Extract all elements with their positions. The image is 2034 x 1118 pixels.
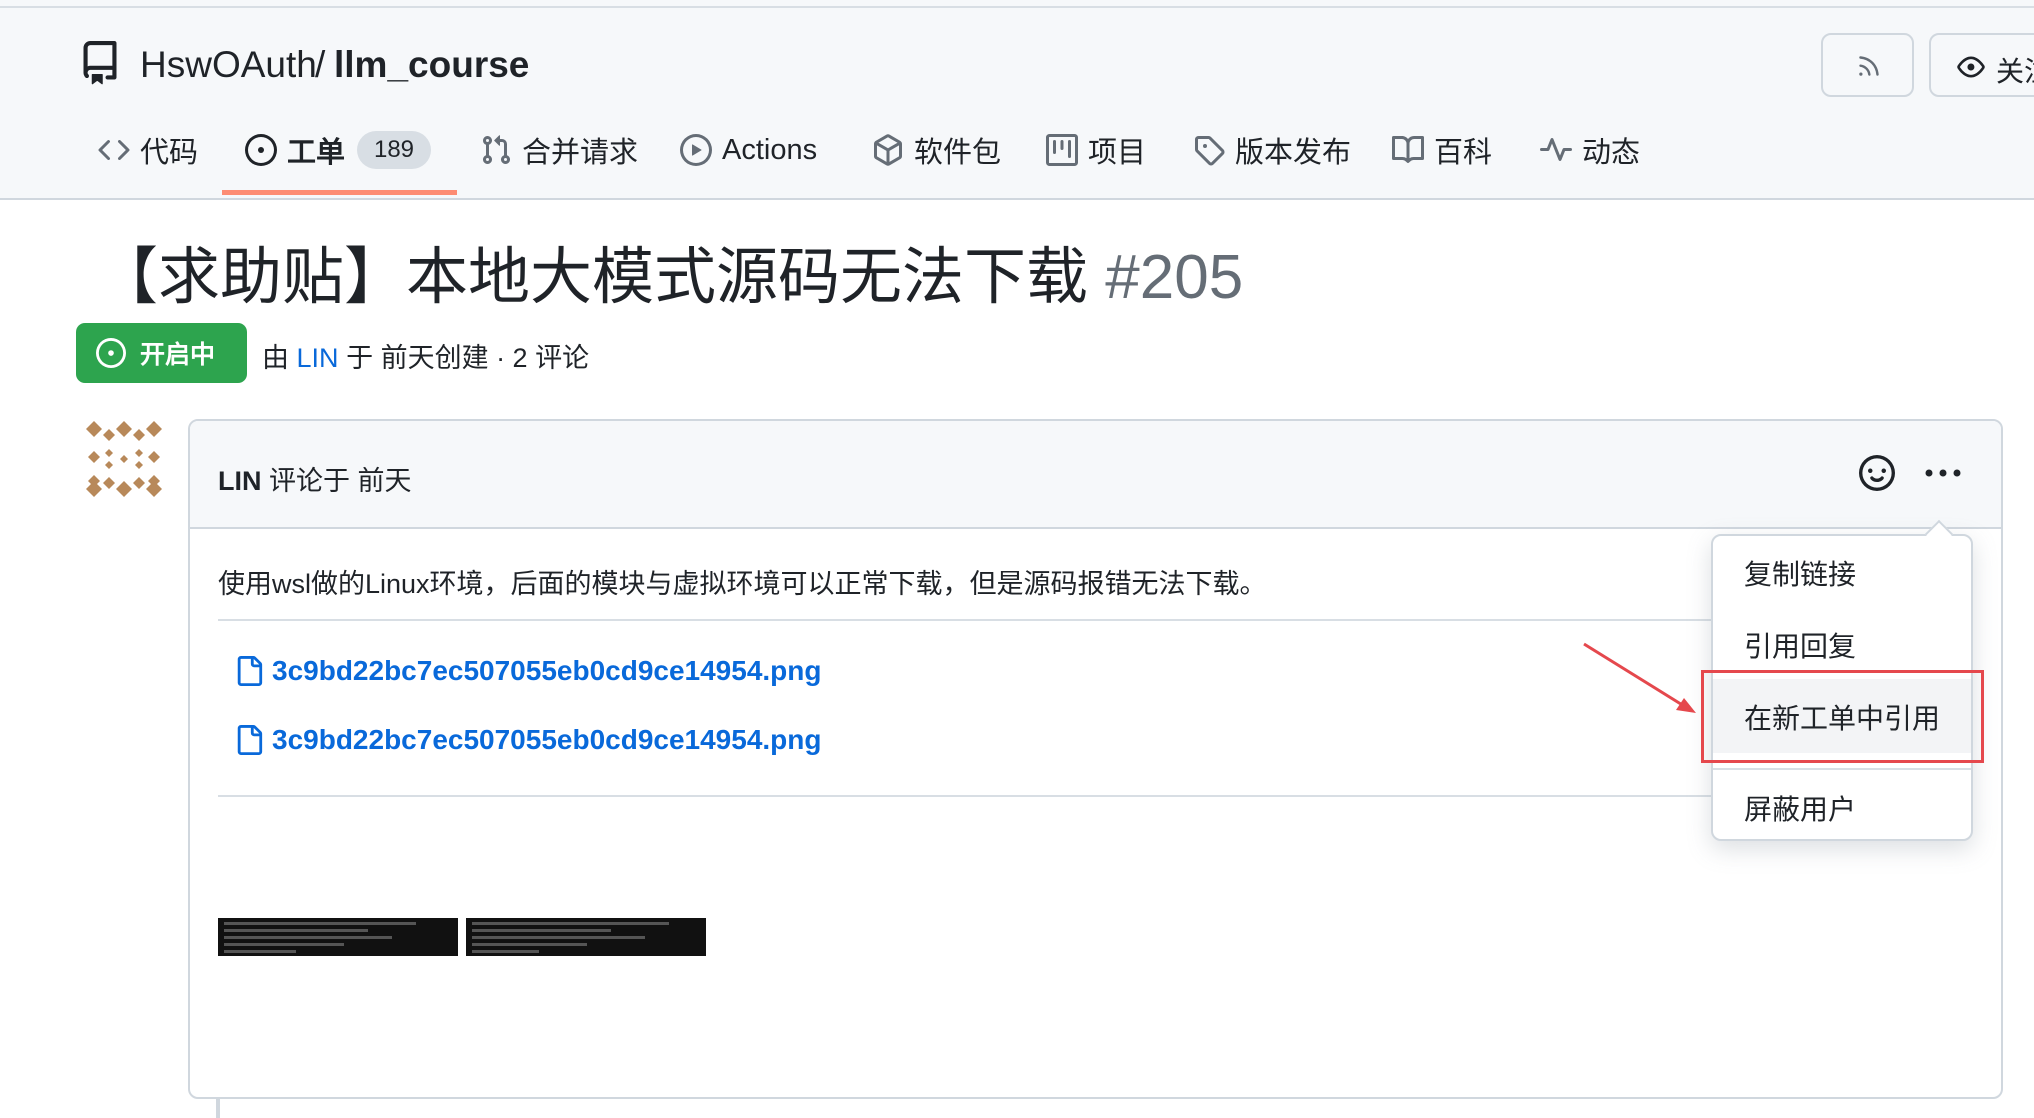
issue-title: 【求助贴】本地大模式源码无法下载 #205 bbox=[96, 226, 1243, 316]
issue-author-link[interactable]: LIN bbox=[297, 343, 339, 373]
timeline-line bbox=[216, 1098, 220, 1118]
issue-meta-by: 由 bbox=[262, 343, 289, 373]
header-top-border bbox=[0, 6, 2034, 8]
terminal-screenshot-thumbnail[interactable] bbox=[466, 918, 706, 956]
tab-packages[interactable]: 软件包 bbox=[872, 128, 1001, 172]
tab-wiki[interactable]: 百科 bbox=[1392, 128, 1492, 172]
file-icon bbox=[237, 725, 263, 755]
comment-body-text: 使用wsl做的Linux环境，后面的模块与虚拟环境可以正常下载，但是源码报错无法… bbox=[218, 569, 1267, 599]
tab-releases[interactable]: 版本发布 bbox=[1193, 128, 1351, 172]
selected-tab-indicator bbox=[222, 190, 457, 195]
comment-author-link[interactable]: LIN bbox=[218, 466, 262, 496]
avatar[interactable] bbox=[84, 419, 164, 499]
tab-issues[interactable]: 工单 bbox=[245, 128, 345, 172]
tab-pull-requests[interactable]: 合并请求 bbox=[480, 128, 638, 172]
rss-icon bbox=[1859, 56, 1879, 76]
comment-timestamp: 评论于 前天 bbox=[269, 466, 412, 496]
book-icon bbox=[1392, 135, 1424, 163]
issue-opened-icon bbox=[245, 134, 277, 166]
pulse-icon bbox=[1540, 138, 1572, 161]
tab-label: 版本发布 bbox=[1235, 137, 1352, 169]
menu-divider bbox=[1713, 768, 1971, 770]
git-pull-request-icon bbox=[482, 135, 511, 165]
tab-label: 工单 bbox=[287, 137, 346, 169]
attachment-filename: 3c9bd22bc7ec507055eb0cd9ce14954.png bbox=[272, 724, 822, 755]
annotation-highlight-box bbox=[1701, 670, 1984, 763]
menu-item-quote-reply[interactable]: 引用回复 bbox=[1744, 625, 1856, 665]
repo-name-link[interactable]: llm_course bbox=[334, 44, 529, 86]
rss-button[interactable] bbox=[1821, 33, 1914, 97]
play-icon bbox=[680, 134, 712, 166]
annotation-arrow-icon bbox=[1583, 642, 1696, 713]
divider bbox=[218, 795, 1718, 797]
divider bbox=[218, 619, 1718, 621]
smiley-icon[interactable] bbox=[1859, 455, 1895, 491]
issue-number: #205 bbox=[1105, 243, 1244, 312]
tab-label: 代码 bbox=[140, 137, 199, 169]
project-icon bbox=[1046, 134, 1078, 166]
tab-projects[interactable]: 项目 bbox=[1046, 128, 1146, 172]
tab-code[interactable]: 代码 bbox=[98, 128, 198, 172]
tab-label: 软件包 bbox=[914, 137, 1002, 169]
package-icon bbox=[874, 134, 902, 166]
issue-state-label: 开启中 bbox=[140, 341, 216, 369]
issue-opened-icon bbox=[96, 338, 126, 368]
menu-item-copy-link[interactable]: 复制链接 bbox=[1744, 553, 1856, 593]
issue-meta-details: 于 前天创建 · 2 评论 bbox=[346, 343, 590, 373]
eye-icon bbox=[1957, 56, 1985, 78]
tab-activity[interactable]: 动态 bbox=[1540, 128, 1640, 172]
watch-button-label: 关注 bbox=[1996, 56, 2034, 87]
menu-item-block-user[interactable]: 屏蔽用户 bbox=[1744, 788, 1856, 828]
tag-icon bbox=[1195, 136, 1225, 166]
kebab-horizontal-icon[interactable] bbox=[1923, 456, 1963, 490]
issue-count-badge: 189 bbox=[357, 131, 431, 169]
comment-header bbox=[190, 421, 2001, 529]
tab-label: 动态 bbox=[1582, 137, 1641, 169]
attachment-link[interactable]: 3c9bd22bc7ec507055eb0cd9ce14954.png bbox=[234, 724, 822, 756]
tab-label: Actions bbox=[722, 133, 818, 166]
attachment-link[interactable]: 3c9bd22bc7ec507055eb0cd9ce14954.png bbox=[234, 655, 822, 687]
issue-state-badge: 开启中 bbox=[76, 323, 247, 383]
file-icon bbox=[237, 656, 263, 686]
code-icon bbox=[98, 139, 130, 161]
tab-label: 项目 bbox=[1088, 137, 1147, 169]
repo-owner-link[interactable]: HswOAuth bbox=[140, 44, 317, 86]
tab-label: 合并请求 bbox=[522, 137, 639, 169]
tab-label: 百科 bbox=[1434, 137, 1493, 169]
issue-title-text: 【求助贴】本地大模式源码无法下载 bbox=[96, 243, 1089, 312]
terminal-screenshot-thumbnail[interactable] bbox=[218, 918, 458, 956]
tab-actions[interactable]: Actions bbox=[680, 128, 817, 172]
repo-icon bbox=[83, 41, 117, 85]
repo-path-separator: / bbox=[315, 44, 326, 85]
comment-author-line: LIN 评论于 前天 bbox=[218, 459, 412, 498]
issue-meta: 由 LIN 于 前天创建 · 2 评论 bbox=[262, 336, 589, 375]
attachment-filename: 3c9bd22bc7ec507055eb0cd9ce14954.png bbox=[272, 655, 822, 686]
